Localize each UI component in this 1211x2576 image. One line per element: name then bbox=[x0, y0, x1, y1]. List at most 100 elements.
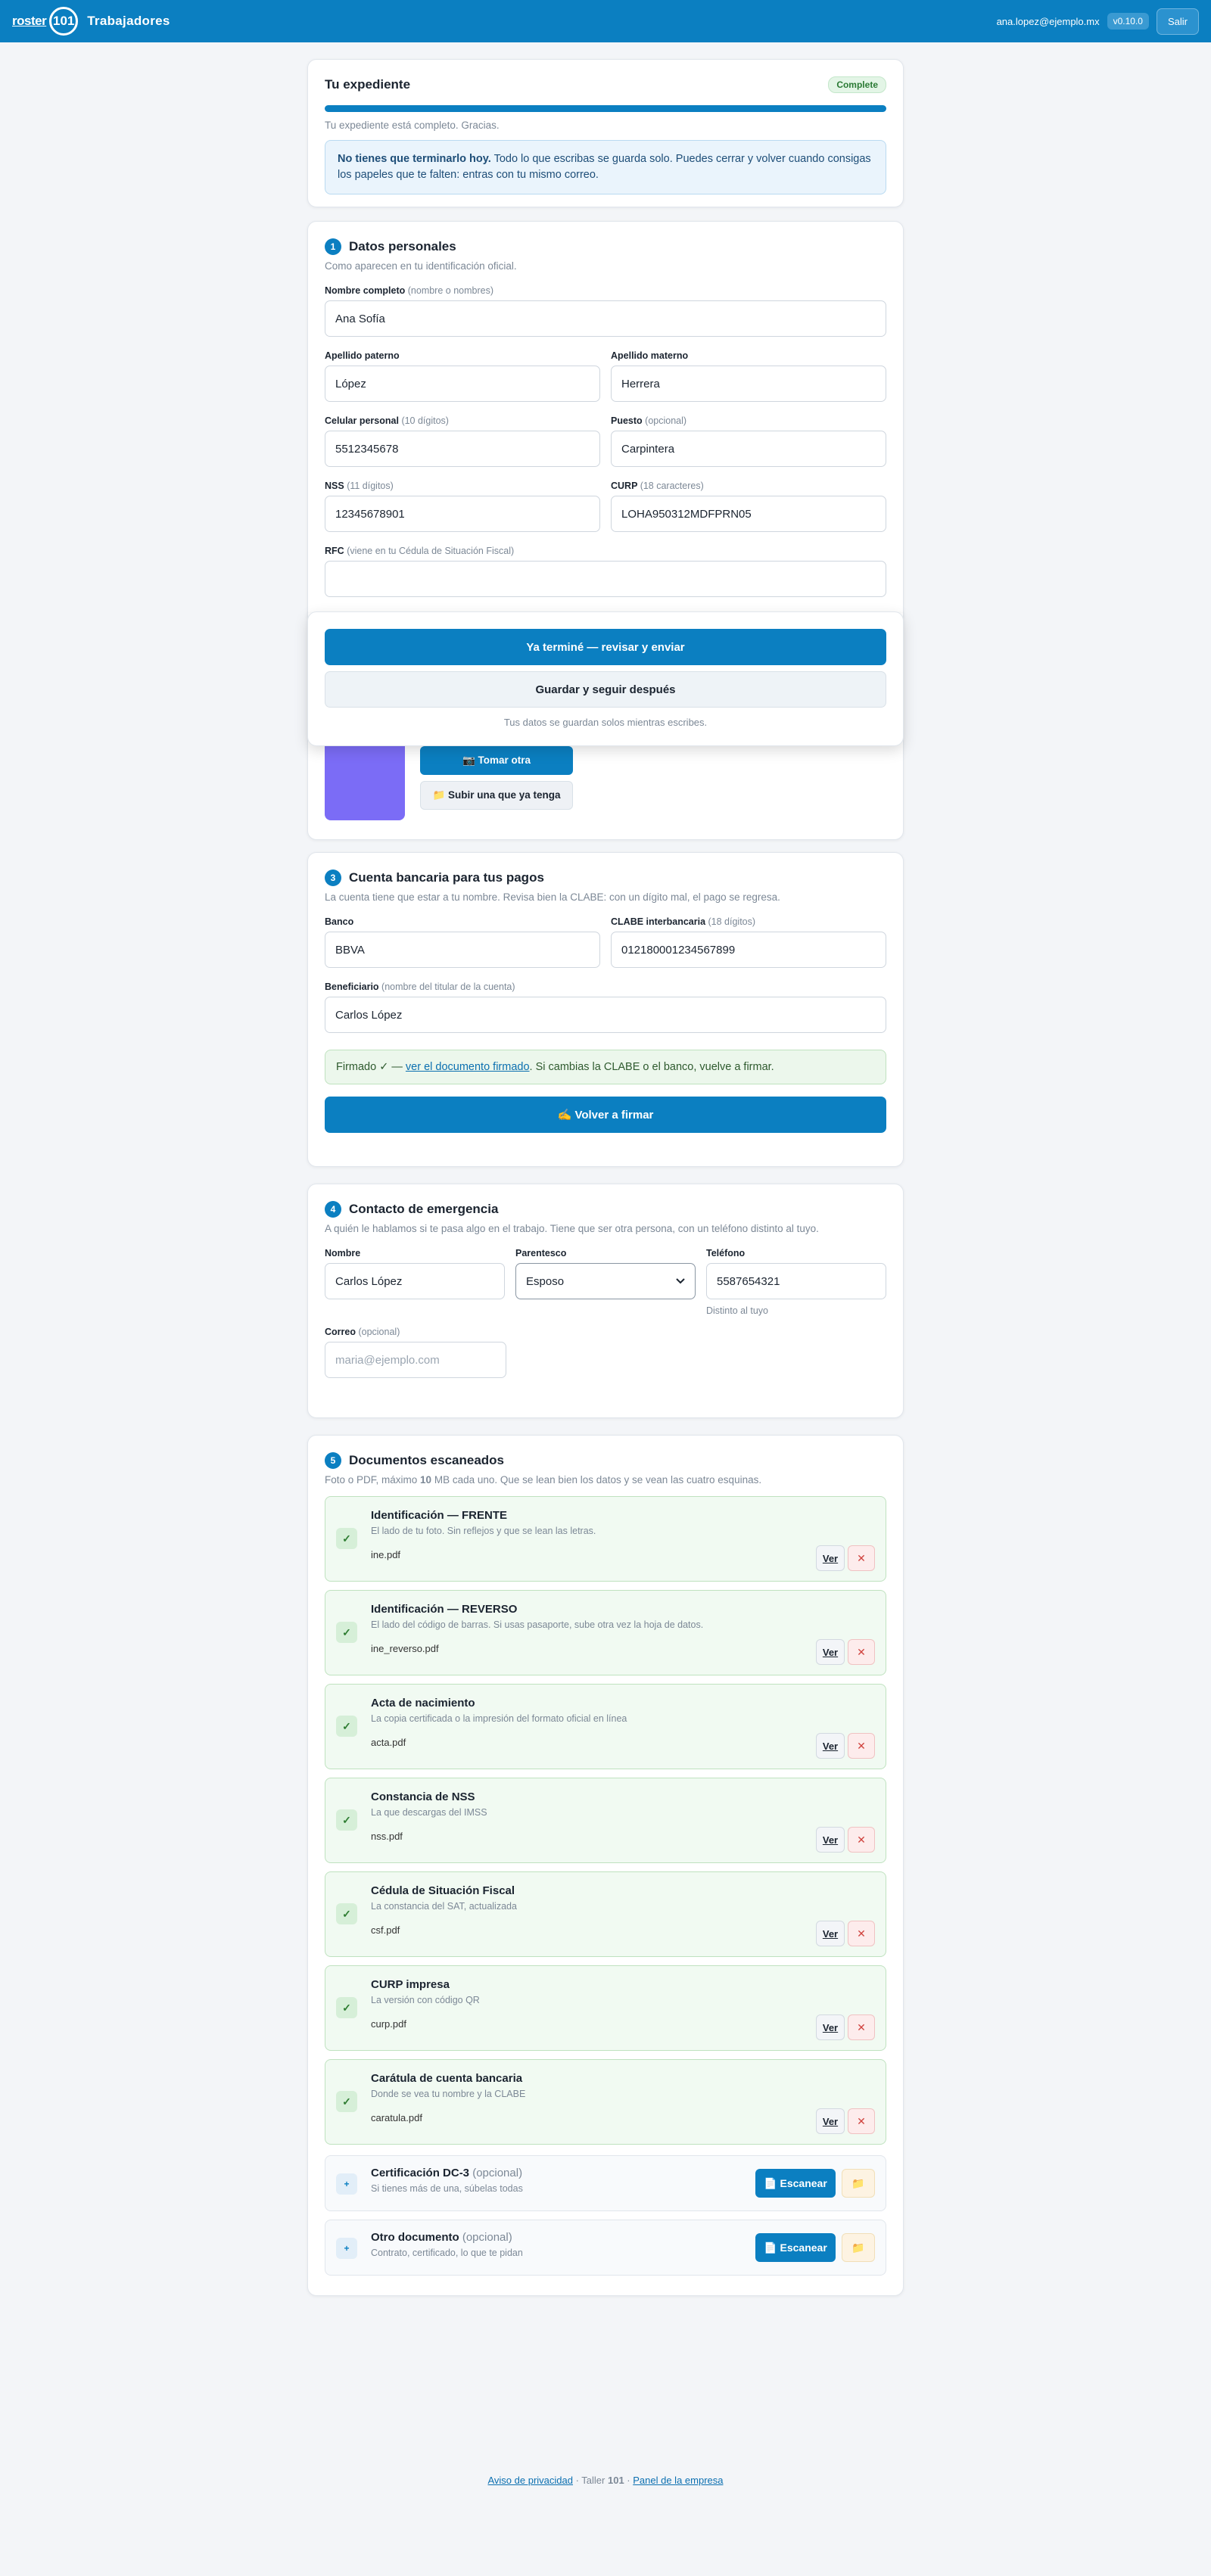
doc-title: CURP impresa bbox=[371, 1978, 450, 1991]
remove-button[interactable]: ✕ bbox=[848, 1733, 875, 1759]
documents-card: 5 Documentos escaneados Foto o PDF, máxim… bbox=[307, 1435, 904, 2296]
clabe-input[interactable]: 012180001234567899 bbox=[611, 932, 886, 968]
view-button[interactable]: Ver bbox=[816, 1639, 845, 1665]
check-icon: ✓ bbox=[336, 1903, 357, 1924]
contact-name-input[interactable]: Carlos López bbox=[325, 1263, 505, 1299]
doc-title: Constancia de NSS bbox=[371, 1790, 475, 1803]
contact-email-label: Correo bbox=[325, 1327, 356, 1337]
plus-icon: + bbox=[336, 2173, 357, 2195]
doc-desc: La que descargas del IMSS bbox=[371, 1807, 487, 1818]
exit-button[interactable]: Salir bbox=[1156, 8, 1199, 35]
step-number: 5 bbox=[325, 1452, 341, 1469]
logo[interactable]: roster 101 bbox=[12, 7, 79, 36]
floating-action-panel: Ya terminé — revisar y enviar Guardar y … bbox=[307, 611, 904, 746]
status-card: Tu expediente Complete Tu expediente est… bbox=[307, 59, 904, 207]
remove-button[interactable]: ✕ bbox=[848, 1921, 875, 1946]
position-input[interactable]: Carpintera bbox=[611, 431, 886, 467]
beneficiary-hint: (nombre del titular de la cuenta) bbox=[381, 982, 515, 992]
nss-input[interactable]: 12345678901 bbox=[325, 496, 600, 532]
pending-document-item: + Otro documento (opcional) Contrato, cert… bbox=[325, 2220, 886, 2276]
full-name-input[interactable]: Ana Sofía bbox=[325, 300, 886, 337]
retake-photo-button[interactable]: 📷 Tomar otra bbox=[420, 746, 573, 775]
relationship-select[interactable]: Esposo bbox=[515, 1263, 696, 1299]
nss-hint: (11 dígitos) bbox=[347, 481, 394, 491]
doc-title: Otro documento bbox=[371, 2231, 459, 2244]
cel-label: Celular personal bbox=[325, 415, 399, 426]
bank-input[interactable]: BBVA bbox=[325, 932, 600, 968]
remove-button[interactable]: ✕ bbox=[848, 2014, 875, 2040]
contact-email-hint: (opcional) bbox=[358, 1327, 400, 1337]
doc-title: Acta de nacimiento bbox=[371, 1697, 475, 1710]
doc-file: caratula.pdf bbox=[371, 2112, 422, 2123]
rfc-input[interactable] bbox=[325, 561, 886, 597]
pending-document-item: + Certificación DC-3 (opcional) Si tienes … bbox=[325, 2155, 886, 2211]
resign-button[interactable]: ✍️ Volver a firmar bbox=[325, 1097, 886, 1133]
contact-email-input[interactable]: maria@ejemplo.com bbox=[325, 1342, 506, 1378]
name-hint: (nombre o nombres) bbox=[407, 285, 493, 296]
view-button[interactable]: Ver bbox=[816, 1921, 845, 1946]
phone-input[interactable]: 5512345678 bbox=[325, 431, 600, 467]
rfc-hint: (viene en tu Cédula de Situación Fiscal) bbox=[347, 546, 515, 556]
materno-input[interactable]: Herrera bbox=[611, 366, 886, 402]
cel-hint: (10 dígitos) bbox=[401, 415, 449, 426]
status-title: Tu expediente bbox=[325, 77, 411, 92]
doc-desc: El lado del código de barras. Si usas pa… bbox=[371, 1619, 704, 1630]
remove-button[interactable]: ✕ bbox=[848, 1545, 875, 1571]
beneficiary-label: Beneficiario bbox=[325, 982, 379, 992]
remove-button[interactable]: ✕ bbox=[848, 1827, 875, 1853]
app-title: Trabajadores bbox=[87, 14, 170, 28]
doc-file: acta.pdf bbox=[371, 1737, 406, 1748]
view-button[interactable]: Ver bbox=[816, 1545, 845, 1571]
progress-bar bbox=[325, 105, 886, 112]
user-email: ana.lopez@ejemplo.mx bbox=[996, 15, 1100, 27]
scan-button[interactable]: 📄 Escanear bbox=[755, 2233, 836, 2262]
relationship-value: Esposo bbox=[526, 1274, 565, 1288]
view-button[interactable]: Ver bbox=[816, 1733, 845, 1759]
subtitle-bold: 10 bbox=[420, 1474, 432, 1486]
curp-input[interactable]: LOHA950312MDFPRN05 bbox=[611, 496, 886, 532]
section-title: Datos personales bbox=[349, 239, 456, 254]
doc-file: nss.pdf bbox=[371, 1831, 403, 1842]
clabe-hint: (18 dígitos) bbox=[708, 916, 756, 927]
submit-review-button[interactable]: Ya terminé — revisar y enviar bbox=[325, 629, 886, 665]
doc-title: Identificación — FRENTE bbox=[371, 1509, 508, 1522]
doc-desc: La versión con código QR bbox=[371, 1995, 480, 2005]
check-icon: ✓ bbox=[336, 1622, 357, 1643]
remove-button[interactable]: ✕ bbox=[848, 1639, 875, 1665]
paterno-label: Apellido paterno bbox=[325, 350, 400, 361]
remove-button[interactable]: ✕ bbox=[848, 2108, 875, 2134]
status-message: Tu expediente está completo. Gracias. bbox=[325, 120, 500, 131]
subtitle-post: MB cada uno. Que se lean bien los datos … bbox=[431, 1474, 762, 1486]
company-panel-link[interactable]: Panel de la empresa bbox=[633, 2475, 723, 2486]
step-number: 3 bbox=[325, 870, 341, 886]
view-button[interactable]: Ver bbox=[816, 1827, 845, 1853]
paterno-input[interactable]: López bbox=[325, 366, 600, 402]
beneficiary-input[interactable]: Carlos López bbox=[325, 997, 886, 1033]
doc-desc: La constancia del SAT, actualizada bbox=[371, 1901, 517, 1912]
privacy-link[interactable]: Aviso de privacidad bbox=[487, 2475, 573, 2486]
check-icon: ✓ bbox=[336, 2091, 357, 2112]
signed-suffix: . Si cambias la CLABE o el banco, vuelve… bbox=[529, 1061, 774, 1073]
save-later-button[interactable]: Guardar y seguir después bbox=[325, 671, 886, 708]
doc-desc: Si tienes más de una, súbelas todas bbox=[371, 2183, 523, 2194]
save-info-box: No tienes que terminarlo hoy. Todo lo qu… bbox=[325, 140, 886, 195]
curp-hint: (18 caracteres) bbox=[640, 481, 704, 491]
signed-document-link[interactable]: ver el documento firmado bbox=[406, 1061, 530, 1073]
folder-upload-button[interactable]: 📁 bbox=[842, 2169, 875, 2198]
contact-phone-input[interactable]: 5587654321 bbox=[706, 1263, 886, 1299]
footer-sep: · Taller bbox=[572, 2475, 608, 2486]
section-subtitle: Foto o PDF, máximo 10 MB cada uno. Que s… bbox=[325, 1474, 886, 1486]
doc-desc: El lado de tu foto. Sin reflejos y que s… bbox=[371, 1526, 596, 1536]
upload-photo-button[interactable]: 📁 Subir una que ya tenga bbox=[420, 781, 573, 810]
scan-button[interactable]: 📄 Escanear bbox=[755, 2169, 836, 2198]
autosave-note: Tus datos se guardan solos mientras escr… bbox=[503, 717, 708, 728]
view-button[interactable]: Ver bbox=[816, 2014, 845, 2040]
footer-sep: · bbox=[624, 2475, 634, 2486]
section-subtitle: A quién le hablamos si te pasa algo en e… bbox=[325, 1223, 819, 1234]
folder-upload-button[interactable]: 📁 bbox=[842, 2233, 875, 2262]
status-badge: Complete bbox=[828, 76, 886, 93]
name-label: Nombre completo bbox=[325, 285, 406, 296]
signed-prefix: Firmado ✓ — bbox=[336, 1061, 406, 1073]
doc-file: curp.pdf bbox=[371, 2018, 406, 2030]
view-button[interactable]: Ver bbox=[816, 2108, 845, 2134]
